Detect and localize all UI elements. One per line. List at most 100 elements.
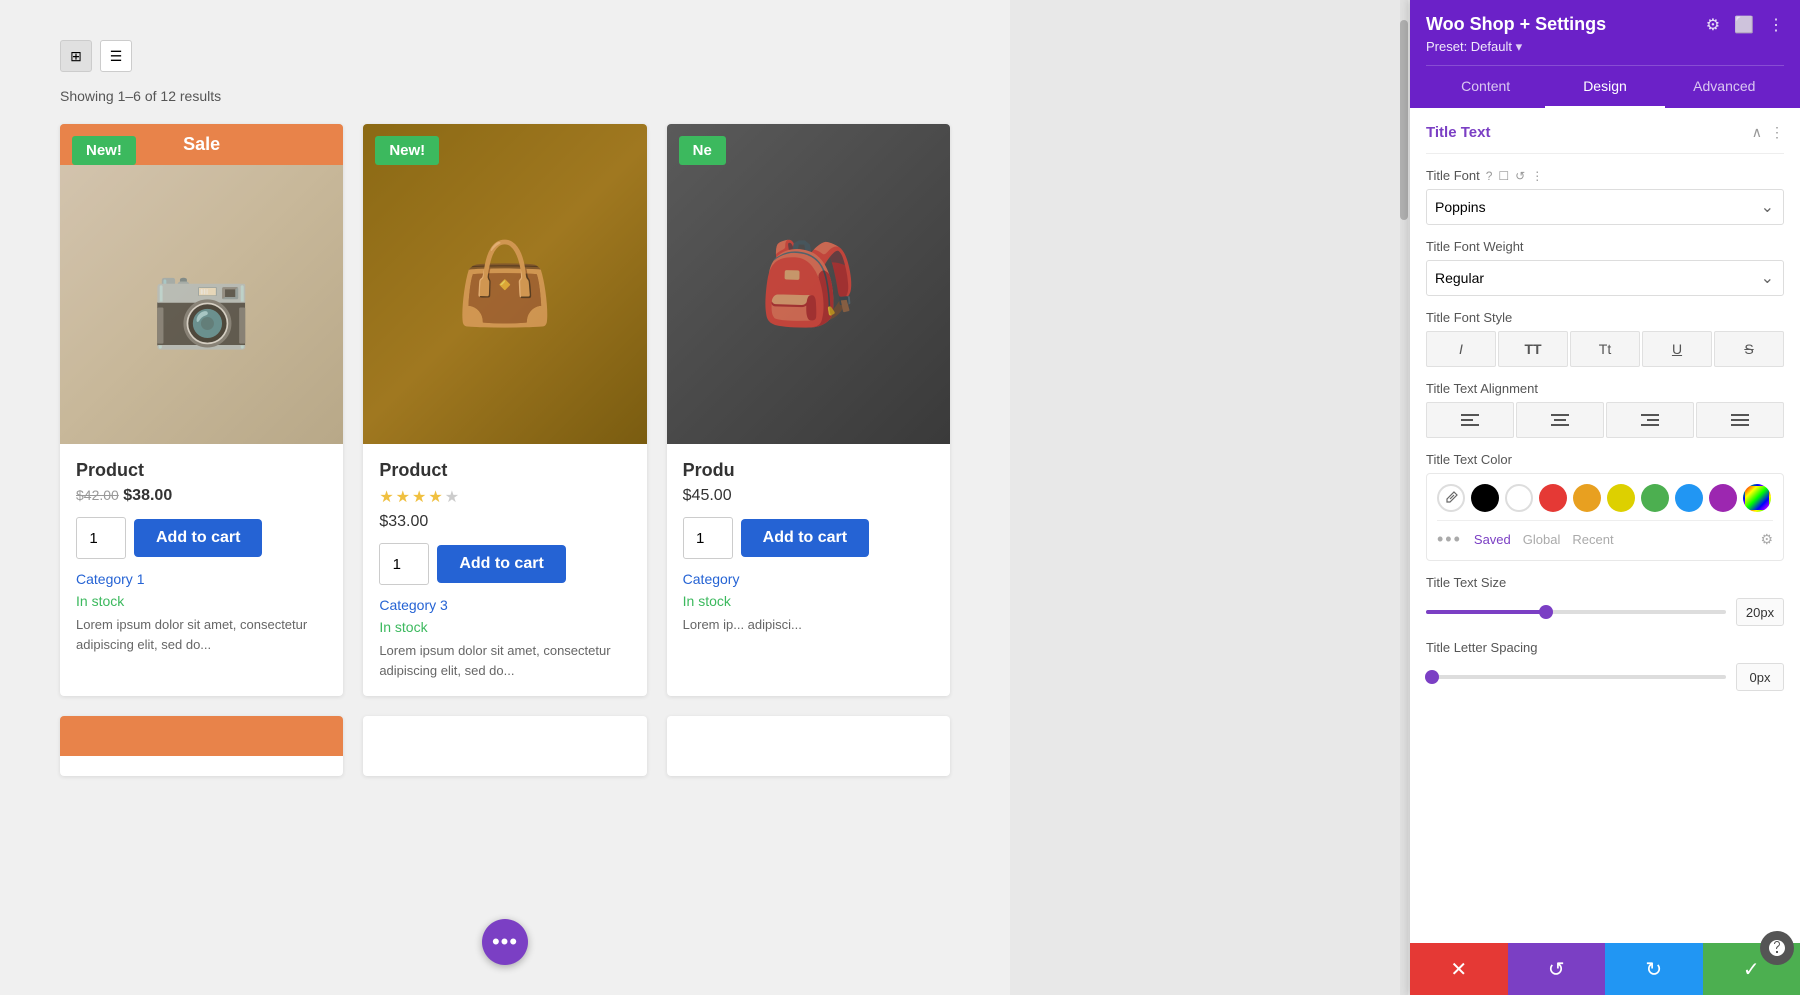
more-options-icon[interactable]: ⋮ [1531,169,1543,183]
color-white[interactable] [1505,484,1533,512]
title-font-style-label-text: Title Font Style [1426,310,1512,325]
color-black[interactable] [1471,484,1499,512]
copy-icon[interactable]: ☐ [1498,169,1509,183]
title-letter-spacing-slider[interactable] [1426,675,1726,679]
section-more-icon[interactable]: ⋮ [1770,124,1784,141]
color-purple[interactable] [1709,484,1737,512]
product-image-wrap: Sale New! [60,124,343,444]
more-icon[interactable]: ⋮ [1768,15,1784,35]
product-image [667,124,950,444]
italic-button[interactable]: I [1426,331,1496,367]
title-font-weight-label: Title Font Weight [1426,239,1784,254]
add-to-cart-button[interactable]: Add to cart [741,519,869,557]
scrollbar[interactable] [1400,0,1408,995]
product-price: $45.00 [683,487,934,505]
product-image [363,124,646,444]
title-font-weight-select[interactable]: Regular Bold Light [1426,260,1784,296]
color-red[interactable] [1539,484,1567,512]
tab-content[interactable]: Content [1426,66,1545,108]
tab-advanced[interactable]: Advanced [1665,66,1784,108]
product-category[interactable]: Category [683,571,934,587]
title-text-size-label-text: Title Text Size [1426,575,1506,590]
bottom-card-hint [363,716,646,776]
color-green[interactable] [1641,484,1669,512]
section-actions: ∧ ⋮ [1752,124,1784,141]
bottom-products-row [60,716,950,776]
capitalize-button[interactable]: Tt [1570,331,1640,367]
layout-icon[interactable]: ⬜ [1734,15,1754,35]
product-stock: In stock [379,619,630,635]
product-info: Product $42.00 $38.00 Add to cart Catego… [60,444,343,670]
add-to-cart-row: Add to cart [76,517,327,559]
product-stock: In stock [683,593,934,609]
reset-icon[interactable]: ↺ [1515,169,1525,183]
color-more-icon[interactable]: ••• [1437,529,1462,550]
quantity-input[interactable] [683,517,733,559]
view-toolbar: ⊞ ☰ [60,40,950,72]
list-view-button[interactable]: ☰ [100,40,132,72]
title-font-select[interactable]: Poppins [1426,189,1784,225]
preset-label: Preset: Default [1426,39,1512,54]
product-category[interactable]: Category 1 [76,571,327,587]
strikethrough-button[interactable]: S [1714,331,1784,367]
title-text-size-slider[interactable] [1426,610,1726,614]
fab-button[interactable]: ••• [482,919,528,965]
quantity-input[interactable] [379,543,429,585]
title-text-alignment-label-text: Title Text Alignment [1426,381,1538,396]
panel-preset[interactable]: Preset: Default ▾ [1426,39,1784,55]
title-letter-spacing-setting: Title Letter Spacing 0px [1426,640,1784,691]
product-image-wrap: Ne [667,124,950,444]
quantity-input[interactable] [76,517,126,559]
help-fab-button[interactable] [1760,931,1794,965]
help-icon[interactable]: ? [1486,169,1493,183]
uppercase-button[interactable]: TT [1498,331,1568,367]
grid-view-button[interactable]: ⊞ [60,40,92,72]
color-tab-saved[interactable]: Saved [1474,532,1511,547]
color-tab-recent[interactable]: Recent [1572,532,1613,547]
collapse-icon[interactable]: ∧ [1752,124,1762,141]
title-font-weight-select-wrap: Regular Bold Light [1426,260,1784,296]
product-info: Produ $45.00 Add to cart Category In sto… [667,444,950,651]
redo-button[interactable]: ↻ [1605,943,1703,995]
product-image [60,124,343,444]
color-blue[interactable] [1675,484,1703,512]
add-to-cart-button[interactable]: Add to cart [437,545,565,583]
product-description: Lorem ipsum dolor sit amet, consectetur … [76,615,327,654]
eyedropper-button[interactable] [1437,484,1465,512]
add-to-cart-button[interactable]: Add to cart [134,519,262,557]
section-title: Title Text [1426,124,1490,141]
bottom-card-hint [60,716,343,776]
color-yellow[interactable] [1607,484,1635,512]
align-left-button[interactable] [1426,402,1514,438]
star-4: ★ [428,487,442,507]
slider-thumb[interactable] [1425,670,1439,684]
color-settings-icon[interactable]: ⚙ [1760,531,1773,548]
product-card: Sale New! Product $42.00 $38.00 Add to c… [60,124,343,696]
settings-icon[interactable]: ⚙ [1706,15,1720,35]
title-font-select-wrap: Poppins [1426,189,1784,225]
alignment-buttons [1426,402,1784,438]
product-description: Lorem ipsum dolor sit amet, consectetur … [379,641,630,680]
scroll-thumb [1400,20,1408,220]
panel-header: Woo Shop + Settings ⚙ ⬜ ⋮ Preset: Defaul… [1410,0,1800,108]
bottom-action-bar: ✕ ↺ ↻ ✓ [1410,943,1800,995]
undo-button[interactable]: ↺ [1508,943,1606,995]
align-right-button[interactable] [1606,402,1694,438]
product-title: Product [76,460,327,481]
underline-button[interactable]: U [1642,331,1712,367]
align-justify-button[interactable] [1696,402,1784,438]
tab-design[interactable]: Design [1545,66,1664,108]
title-font-weight-setting: Title Font Weight Regular Bold Light [1426,239,1784,296]
color-gradient[interactable] [1743,484,1771,512]
color-orange[interactable] [1573,484,1601,512]
title-font-style-setting: Title Font Style I TT Tt U S [1426,310,1784,367]
cancel-button[interactable]: ✕ [1410,943,1508,995]
font-style-buttons: I TT Tt U S [1426,331,1784,367]
align-center-button[interactable] [1516,402,1604,438]
product-description: Lorem ip... adipisci... [683,615,934,635]
title-text-alignment-setting: Title Text Alignment [1426,381,1784,438]
slider-thumb[interactable] [1539,605,1553,619]
title-text-size-label: Title Text Size [1426,575,1784,590]
color-tab-global[interactable]: Global [1523,532,1561,547]
product-category[interactable]: Category 3 [379,597,630,613]
